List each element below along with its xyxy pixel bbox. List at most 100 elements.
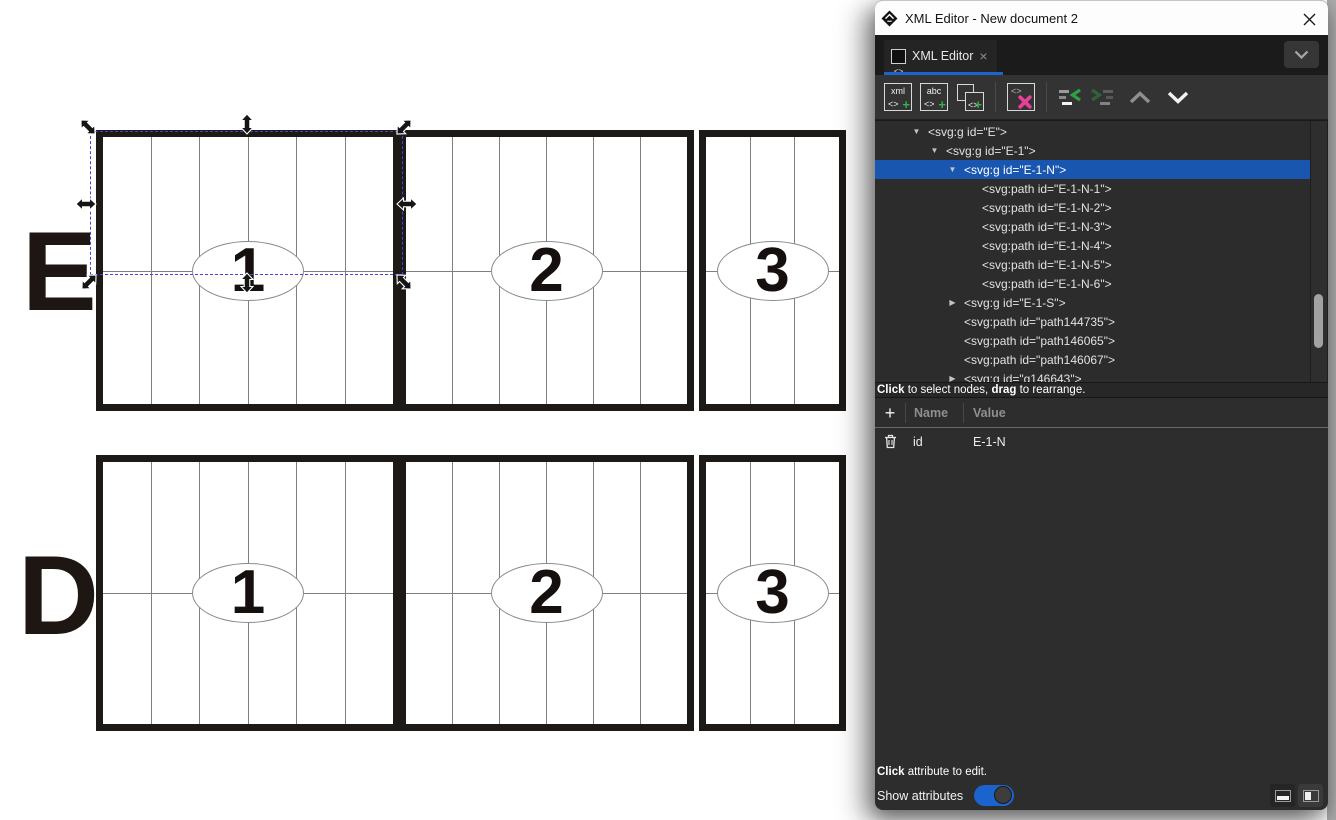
duplicate-node-button[interactable]: <> +: [956, 83, 984, 111]
xml-node-text: <svg:path id="E-1-N-6">: [982, 277, 1112, 291]
section-number: 2: [529, 240, 563, 302]
grid-section-D-1[interactable]: 1: [96, 455, 400, 731]
attr-value[interactable]: E-1-N: [963, 435, 1328, 449]
xml-tree-node[interactable]: ▼ <svg:g id="E">: [875, 122, 1310, 141]
expander-closed-icon[interactable]: ▶: [947, 374, 958, 382]
xml-tree-node[interactable]: <svg:path id="E-1-N-2">: [875, 198, 1310, 217]
layout-horizontal-button[interactable]: [1270, 784, 1295, 807]
section-number-ellipse: 3: [717, 241, 829, 301]
xml-toolbar: xml <> + abc <> + <> + <>: [875, 75, 1328, 120]
xml-tree-node[interactable]: <svg:path id="path146065">: [875, 331, 1310, 350]
show-attributes-label: Show attributes: [877, 789, 963, 803]
xml-tree-node[interactable]: <svg:path id="E-1-N-5">: [875, 255, 1310, 274]
selection-handle-e[interactable]: [396, 193, 418, 215]
expander-open-icon[interactable]: ▼: [929, 146, 940, 155]
indent-node-button[interactable]: [1090, 88, 1114, 107]
xml-node-text: <svg:path id="E-1-N-5">: [982, 258, 1112, 272]
expander-open-icon[interactable]: ▼: [947, 165, 958, 174]
xml-node-text: <svg:g id="g146643">: [964, 372, 1082, 383]
xml-tree-node[interactable]: ▶ <svg:g id="g146643">: [875, 369, 1310, 382]
xml-node-text: <svg:path id="E-1-N-4">: [982, 239, 1112, 253]
selection-handle-s[interactable]: [236, 272, 258, 294]
grid-section-E-2[interactable]: 2: [399, 130, 694, 411]
section-number: 3: [755, 240, 789, 302]
selection-outline: [90, 131, 403, 275]
section-number: 3: [755, 562, 789, 624]
dialog-title: XML Editor - New document 2: [905, 11, 1078, 26]
attr-value-header: Value: [964, 406, 1328, 420]
chevron-down-icon: [1294, 50, 1309, 59]
xml-node-tree[interactable]: ▼ <svg:g id="E"> ▼ <svg:g id="E-1"> ▼ <svg:g …: [875, 120, 1328, 382]
xml-node-text: <svg:g id="E">: [928, 125, 1007, 139]
xml-tree-node[interactable]: ▶ <svg:g id="E-1-S">: [875, 293, 1310, 312]
delete-attribute-button[interactable]: [875, 434, 905, 449]
xml-node-text: <svg:path id="path144735">: [964, 315, 1115, 329]
chevron-up-icon: [1128, 91, 1152, 104]
xml-tree-node[interactable]: ▼ <svg:g id="E-1">: [875, 141, 1310, 160]
chevron-down-icon: [1166, 91, 1190, 104]
xml-node-text: <svg:path id="E-1-N-2">: [982, 201, 1112, 215]
xml-tree-node[interactable]: ▼ <svg:g id="E-1-N">: [875, 160, 1310, 179]
selection-handle-n[interactable]: [236, 113, 258, 135]
section-number-ellipse: 2: [491, 563, 603, 623]
xml-tree-node[interactable]: <svg:path id="E-1-N-4">: [875, 236, 1310, 255]
attribute-table-header: + Name Value: [875, 398, 1328, 428]
tree-hint-text: Click to select nodes, drag to rearrange…: [875, 382, 1328, 398]
dialog-titlebar[interactable]: XML Editor - New document 2: [875, 0, 1328, 35]
attribute-hint-text: Click attribute to edit.: [877, 766, 987, 778]
tree-scrollbar-track[interactable]: [1310, 121, 1328, 382]
xml-node-text: <svg:path id="E-1-N-1">: [982, 182, 1112, 196]
xml-node-text: <svg:g id="E-1-N">: [964, 163, 1066, 177]
show-attributes-toggle[interactable]: [974, 785, 1014, 806]
xml-node-text: <svg:g id="E-1">: [946, 144, 1036, 158]
delete-node-button[interactable]: <>: [1007, 83, 1035, 111]
xml-tree-node[interactable]: <svg:path id="E-1-N-3">: [875, 217, 1310, 236]
tree-scrollbar-thumb[interactable]: [1314, 294, 1323, 348]
section-number: 1: [231, 562, 265, 624]
canvas-vertical-scrollbar[interactable]: [1327, 0, 1336, 820]
trash-icon: [884, 434, 897, 449]
selection-handle-w[interactable]: [75, 193, 97, 215]
dialog-footer: Click attribute to edit. Show attributes: [875, 754, 1328, 810]
xml-node-text: <svg:g id="E-1-S">: [964, 296, 1066, 310]
indent-icon: [1090, 88, 1114, 107]
expander-closed-icon[interactable]: ▶: [947, 298, 958, 307]
grid-section-E-3[interactable]: 3: [699, 130, 846, 411]
section-number-ellipse: 1: [192, 563, 304, 623]
unindent-node-button[interactable]: [1058, 88, 1082, 107]
new-element-node-button[interactable]: xml <> +: [884, 83, 912, 111]
xml-node-text: <svg:path id="path146067">: [964, 353, 1115, 367]
xml-tree-node[interactable]: <svg:path id="path144735">: [875, 312, 1310, 331]
new-text-node-button[interactable]: abc <> +: [920, 83, 948, 111]
tab-bar: <> XML Editor ×: [875, 35, 1328, 75]
xml-editor-tab-icon: <>: [891, 49, 906, 64]
xml-editor-dialog: XML Editor - New document 2 <> XML Edito…: [875, 0, 1328, 810]
delete-x-icon: [1018, 95, 1032, 109]
vertical-split-icon: [1303, 790, 1319, 802]
toolbar-separator: [995, 82, 996, 112]
section-number: 2: [529, 562, 563, 624]
tab-xml-editor[interactable]: <> XML Editor ×: [884, 40, 997, 72]
expander-open-icon[interactable]: ▼: [911, 127, 922, 136]
tab-close-icon[interactable]: ×: [979, 49, 987, 63]
xml-node-text: <svg:path id="path146065">: [964, 334, 1115, 348]
grid-section-D-3[interactable]: 3: [699, 455, 846, 731]
close-icon[interactable]: [1301, 11, 1317, 27]
grid-section-D-2[interactable]: 2: [399, 455, 694, 731]
horizontal-split-icon: [1275, 790, 1291, 802]
attribute-row[interactable]: id E-1-N: [875, 429, 1328, 454]
row-label-D[interactable]: D: [18, 540, 99, 652]
add-attribute-button[interactable]: +: [875, 404, 905, 422]
xml-tree-node[interactable]: <svg:path id="path146067">: [875, 350, 1310, 369]
toolbar-separator: [1046, 82, 1047, 112]
move-node-up-button[interactable]: [1128, 91, 1152, 104]
move-node-down-button[interactable]: [1166, 91, 1190, 104]
layout-vertical-button[interactable]: [1298, 784, 1323, 807]
xml-tree-node[interactable]: <svg:path id="E-1-N-1">: [875, 179, 1310, 198]
section-number-ellipse: 2: [491, 241, 603, 301]
xml-node-text: <svg:path id="E-1-N-3">: [982, 220, 1112, 234]
dialog-menu-button[interactable]: [1284, 41, 1319, 68]
attr-name[interactable]: id: [905, 435, 963, 449]
xml-tree-node[interactable]: <svg:path id="E-1-N-6">: [875, 274, 1310, 293]
attr-name-header: Name: [906, 406, 963, 420]
